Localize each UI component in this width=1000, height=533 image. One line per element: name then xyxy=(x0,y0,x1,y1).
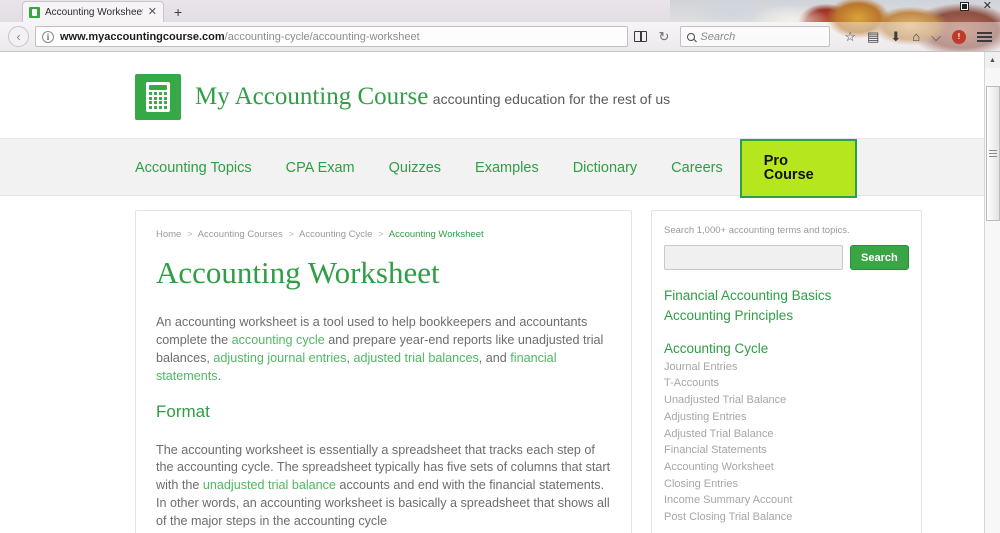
reader-mode-icon[interactable] xyxy=(634,30,648,43)
site-body: Home > Accounting Courses > Accounting C… xyxy=(0,196,984,533)
breadcrumb-separator: > xyxy=(186,229,193,240)
minimize-button[interactable] xyxy=(959,2,969,11)
intro-text-5: . xyxy=(217,368,222,383)
sidebar-link-financial-accounting-basics[interactable]: Financial Accounting Basics xyxy=(664,286,909,306)
scrollbar-grip-icon xyxy=(988,150,997,157)
new-tab-button[interactable]: + xyxy=(174,5,182,19)
web-page: My Accounting Course accounting educatio… xyxy=(0,52,984,533)
address-bar[interactable]: i www.myaccountingcourse.com/accounting-… xyxy=(35,26,629,47)
intro-paragraph: An accounting worksheet is a tool used t… xyxy=(156,314,611,386)
link-accounting-cycle[interactable]: accounting cycle xyxy=(232,333,325,347)
sidebar-item-journal-entries[interactable]: Journal Entries xyxy=(664,359,909,376)
sidebar-item-t-accounts[interactable]: T-Accounts xyxy=(664,375,909,392)
tab-favicon-icon xyxy=(29,6,40,18)
back-button[interactable]: ‹ xyxy=(8,26,29,47)
url-domain: www.myaccountingcourse.com xyxy=(60,30,225,43)
nav-item-cpa-exam[interactable]: CPA Exam xyxy=(269,160,372,176)
vertical-scrollbar[interactable]: ▲ xyxy=(984,52,1000,533)
breadcrumb-separator: > xyxy=(288,229,294,240)
sync-chevron-icon[interactable]: ⌵ xyxy=(931,30,941,43)
site-header: My Accounting Course accounting educatio… xyxy=(0,52,984,138)
sidebar-search: Search xyxy=(664,245,909,270)
format-paragraph: The accounting worksheet is essentially … xyxy=(156,442,611,531)
sidebar-item-closing-entries[interactable]: Closing Entries xyxy=(664,476,909,493)
nav-item-accounting-topics[interactable]: Accounting Topics xyxy=(135,160,269,176)
article-card: Home > Accounting Courses > Accounting C… xyxy=(135,210,632,533)
downloads-icon[interactable]: ⬇ xyxy=(890,30,901,43)
address-bar-url: www.myaccountingcourse.com/accounting-cy… xyxy=(60,31,420,43)
link-adjusting-journal-entries[interactable]: adjusting journal entries xyxy=(213,351,346,365)
sidebar-card: Search 1,000+ accounting terms and topic… xyxy=(651,210,922,533)
nav-item-dictionary[interactable]: Dictionary xyxy=(556,160,654,176)
brand-text: My Accounting Course accounting educatio… xyxy=(195,82,671,110)
bookmark-star-icon[interactable]: ☆ xyxy=(844,30,856,43)
pocket-save-icon[interactable]: ▤ xyxy=(867,30,879,43)
browser-toolbar: ‹ i www.myaccountingcourse.com/accountin… xyxy=(0,22,1000,52)
calculator-logo-icon xyxy=(135,74,181,120)
sidebar-search-button[interactable]: Search xyxy=(850,245,909,270)
sidebar-item-income-summary-account[interactable]: Income Summary Account xyxy=(664,492,909,509)
ublock-origin-icon[interactable]: ǃ xyxy=(952,29,966,44)
nav-item-examples[interactable]: Examples xyxy=(458,160,556,176)
reload-button[interactable]: ↻ xyxy=(653,26,674,47)
sidebar-group-accounting-cycle[interactable]: Accounting Cycle xyxy=(664,339,909,359)
site-info-icon[interactable]: i xyxy=(42,30,54,43)
breadcrumb-item-accounting-cycle[interactable]: Accounting Cycle xyxy=(299,229,372,240)
sidebar-search-note: Search 1,000+ accounting terms and topic… xyxy=(664,225,850,236)
search-icon xyxy=(687,32,696,41)
url-path: /accounting-cycle/accounting-worksheet xyxy=(224,30,420,43)
scrollbar-track[interactable] xyxy=(984,68,1000,533)
brand-tagline: accounting education for the rest of us xyxy=(432,90,671,107)
close-button[interactable]: ✕ xyxy=(983,1,992,12)
breadcrumb-separator: > xyxy=(378,229,384,240)
home-icon[interactable]: ⌂ xyxy=(912,30,920,43)
breadcrumb-current: Accounting Worksheet xyxy=(388,229,484,240)
sidebar-item-financial-statements[interactable]: Financial Statements xyxy=(664,442,909,459)
browser-viewport: My Accounting Course accounting educatio… xyxy=(0,52,1000,533)
tab-close-icon[interactable]: ✕ xyxy=(148,6,157,18)
browser-window: Accounting Worksheet | For ✕ + ✕ ‹ i www… xyxy=(0,0,1000,533)
sidebar-item-unadjusted-trial-balance[interactable]: Unadjusted Trial Balance xyxy=(664,392,909,409)
link-adjusted-trial-balances[interactable]: adjusted trial balances xyxy=(353,351,478,365)
breadcrumb-item-home[interactable]: Home xyxy=(156,229,181,240)
browser-tab[interactable]: Accounting Worksheet | For ✕ xyxy=(22,1,164,22)
toolbar-search-placeholder: Search xyxy=(700,30,736,43)
toolbar-search-box[interactable]: Search xyxy=(680,26,831,47)
sidebar-search-input[interactable] xyxy=(664,245,843,270)
browser-titlebar: Accounting Worksheet | For ✕ + ✕ xyxy=(0,0,1000,22)
tab-title: Accounting Worksheet | For xyxy=(45,6,143,18)
breadcrumb: Home > Accounting Courses > Accounting C… xyxy=(156,229,611,240)
sidebar-link-accounting-principles[interactable]: Accounting Principles xyxy=(664,306,909,326)
sidebar-link-list: Financial Accounting Basics Accounting P… xyxy=(664,286,909,526)
toolbar-icon-group: ☆ ▤ ⬇ ⌂ ⌵ ǃ xyxy=(836,29,992,44)
pro-course-button[interactable]: Pro Course xyxy=(739,138,857,198)
scrollbar-up-arrow[interactable]: ▲ xyxy=(984,52,1000,68)
section-heading-format: Format xyxy=(156,401,210,421)
window-controls: ✕ xyxy=(959,1,992,12)
link-unadjusted-trial-balance[interactable]: unadjusted trial balance xyxy=(203,478,336,492)
nav-item-careers[interactable]: Careers xyxy=(654,160,740,176)
site-navigation: Accounting Topics CPA Exam Quizzes Examp… xyxy=(0,138,984,198)
sidebar-item-accounting-worksheet[interactable]: Accounting Worksheet xyxy=(664,459,909,476)
sidebar-item-adjusted-trial-balance[interactable]: Adjusted Trial Balance xyxy=(664,426,909,443)
scrollbar-thumb[interactable] xyxy=(985,86,1000,221)
brand-name: My Accounting Course xyxy=(195,82,429,110)
browser-persona-artwork xyxy=(670,0,1000,22)
nav-item-quizzes[interactable]: Quizzes xyxy=(372,160,458,176)
site-brand[interactable]: My Accounting Course accounting educatio… xyxy=(135,74,857,120)
sidebar-item-adjusting-entries[interactable]: Adjusting Entries xyxy=(664,409,909,426)
breadcrumb-item-accounting-courses[interactable]: Accounting Courses xyxy=(198,229,283,240)
sidebar-item-post-closing-trial-balance[interactable]: Post Closing Trial Balance xyxy=(664,509,909,526)
hamburger-menu-icon[interactable] xyxy=(977,31,992,42)
page-title: Accounting Worksheet xyxy=(156,255,440,290)
intro-text-4: , and xyxy=(478,350,511,365)
